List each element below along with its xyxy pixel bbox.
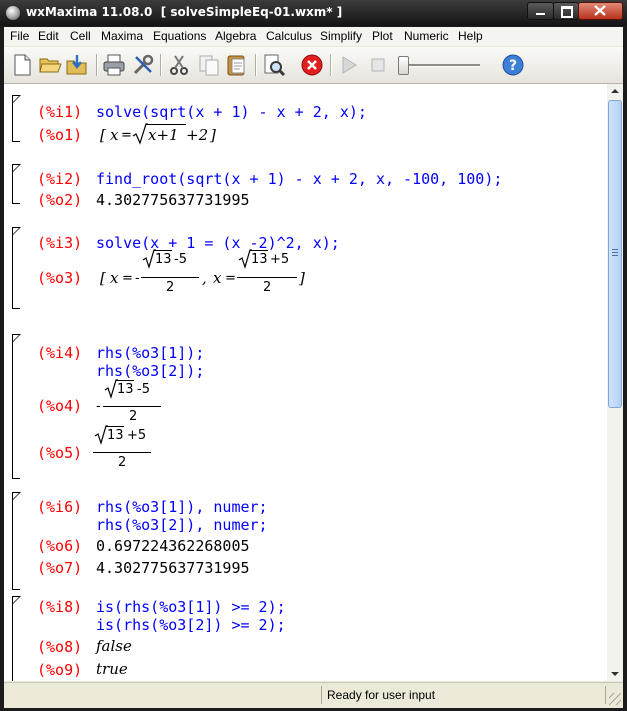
input-text[interactable]: is(rhs(%o3[2]) >= 2); [96,616,286,634]
input-text[interactable]: find_root(sqrt(x + 1) - x + 2, x, -100, … [96,170,502,188]
output-label: (%o6) [37,537,83,555]
input-label: (%i8) [37,598,83,616]
find-icon[interactable] [262,53,286,77]
input-label: (%i6) [37,498,83,516]
menu-edit[interactable]: Edit [38,29,59,43]
save-icon[interactable] [65,53,89,77]
toolbar: ? [4,47,623,84]
paste-icon[interactable] [225,53,249,77]
wxmaxima-app-icon[interactable] [6,6,20,20]
output-label: (%o8) [37,638,83,656]
output-text: 0.697224362268005 [96,537,250,555]
stop-icon[interactable] [366,53,390,77]
cell-bracket[interactable] [12,95,21,142]
output-text: 4.302775637731995 [96,559,250,577]
output-text: 4.302775637731995 [96,191,250,209]
menu-calculus[interactable]: Calculus [266,29,312,43]
copy-icon[interactable] [197,53,221,77]
cell-bracket[interactable] [12,596,21,681]
fraction-bar [237,277,297,278]
slider-track [402,64,480,67]
status-text: Ready for user input [327,688,436,702]
vertical-scrollbar[interactable] [607,84,623,681]
preferences-icon[interactable] [131,53,155,77]
sqrt-sign [132,123,148,145]
output-label: (%o2) [37,191,83,209]
open-folder-icon[interactable] [38,53,62,77]
output-label: (%o7) [37,559,83,577]
interrupt-icon[interactable] [300,53,324,77]
window-title: wxMaxima 11.08.0 [ solveSimpleEq-01.wxm*… [26,5,343,19]
scroll-down-arrow-icon[interactable] [607,667,623,681]
play-icon[interactable] [337,53,361,77]
cut-icon[interactable] [167,53,191,77]
menu-equations[interactable]: Equations [153,29,206,43]
worksheet[interactable]: (%i1) solve(sqrt(x + 1) - x + 2, x); (%o… [4,84,607,681]
input-label: (%i3) [37,234,83,252]
sqrt-overline [146,124,186,125]
scroll-up-arrow-icon[interactable] [607,84,623,98]
menu-help[interactable]: Help [458,29,483,43]
maximize-button[interactable] [553,2,579,20]
output-label: (%o1) [37,126,83,144]
fraction-bar [141,277,199,278]
menu-file[interactable]: File [10,29,29,43]
cell-group-5[interactable]: (%i6) rhs(%o3[1]), numer; rhs(%o3[2]), n… [4,492,604,590]
output-label: (%o4) [37,397,83,415]
menu-numeric[interactable]: Numeric [404,29,449,43]
cell-bracket[interactable] [12,334,21,479]
menu-plot[interactable]: Plot [372,29,393,43]
input-text[interactable]: rhs(%o3[2]), numer; [96,516,268,534]
svg-text:?: ? [509,58,517,74]
input-text[interactable]: is(rhs(%o3[1]) >= 2); [96,598,286,616]
minimize-button[interactable] [527,2,554,20]
input-text[interactable]: solve(x + 1 = (x -2)^2, x); [96,234,340,252]
menu-bar: File Edit Cell Maxima Equations Algebra … [4,27,623,46]
menu-maxima[interactable]: Maxima [101,29,143,43]
app-window: wxMaxima 11.08.0 [ solveSimpleEq-01.wxm*… [0,0,627,711]
input-text[interactable]: rhs(%o3[1]); [96,344,204,362]
status-bar: Ready for user input [4,682,623,708]
cell-group-6[interactable]: (%i8) is(rhs(%o3[1]) >= 2); is(rhs(%o3[2… [4,596,604,681]
output-text: false [96,637,132,655]
menu-algebra[interactable]: Algebra [215,29,256,43]
cell-bracket[interactable] [12,164,21,204]
cell-bracket[interactable] [12,227,21,309]
scrollbar-thumb[interactable] [608,100,622,408]
resize-grip-icon[interactable] [609,693,621,705]
fraction-bar [103,406,161,407]
cell-group-3[interactable]: (%i3) solve(x + 1 = (x -2)^2, x); (%o3) … [4,227,604,309]
input-text[interactable]: solve(sqrt(x + 1) - x + 2, x); [96,103,367,121]
close-button[interactable] [578,2,623,20]
slider-thumb[interactable] [398,56,409,75]
client-area: File Edit Cell Maxima Equations Algebra … [4,27,623,708]
grip-icon [612,249,618,256]
menu-simplify[interactable]: Simplify [320,29,362,43]
close-icon [594,5,606,16]
menu-cell[interactable]: Cell [70,29,91,43]
cell-group-2[interactable]: (%i2) find_root(sqrt(x + 1) - x + 2, x, … [4,164,604,209]
animation-slider[interactable] [398,55,484,75]
new-document-icon[interactable] [10,53,34,77]
input-label: (%i2) [37,170,83,188]
input-label: (%i4) [37,344,83,362]
cell-group-4[interactable]: (%i4) rhs(%o3[1]); rhs(%o3[2]); (%o4) - … [4,334,604,479]
input-text[interactable]: rhs(%o3[2]); [96,362,204,380]
help-icon[interactable]: ? [501,53,525,77]
output-label: (%o9) [37,661,83,679]
input-text[interactable]: rhs(%o3[1]), numer; [96,498,268,516]
fraction-bar [93,452,151,453]
output-label: (%o5) [37,444,83,462]
cell-group-1[interactable]: (%i1) solve(sqrt(x + 1) - x + 2, x); (%o… [4,95,604,145]
cell-bracket[interactable] [12,492,21,590]
output-label: (%o3) [37,269,83,287]
print-icon[interactable] [102,53,126,77]
input-label: (%i1) [37,103,83,121]
title-bar[interactable]: wxMaxima 11.08.0 [ solveSimpleEq-01.wxm*… [0,0,627,26]
output-text: true [96,660,128,678]
